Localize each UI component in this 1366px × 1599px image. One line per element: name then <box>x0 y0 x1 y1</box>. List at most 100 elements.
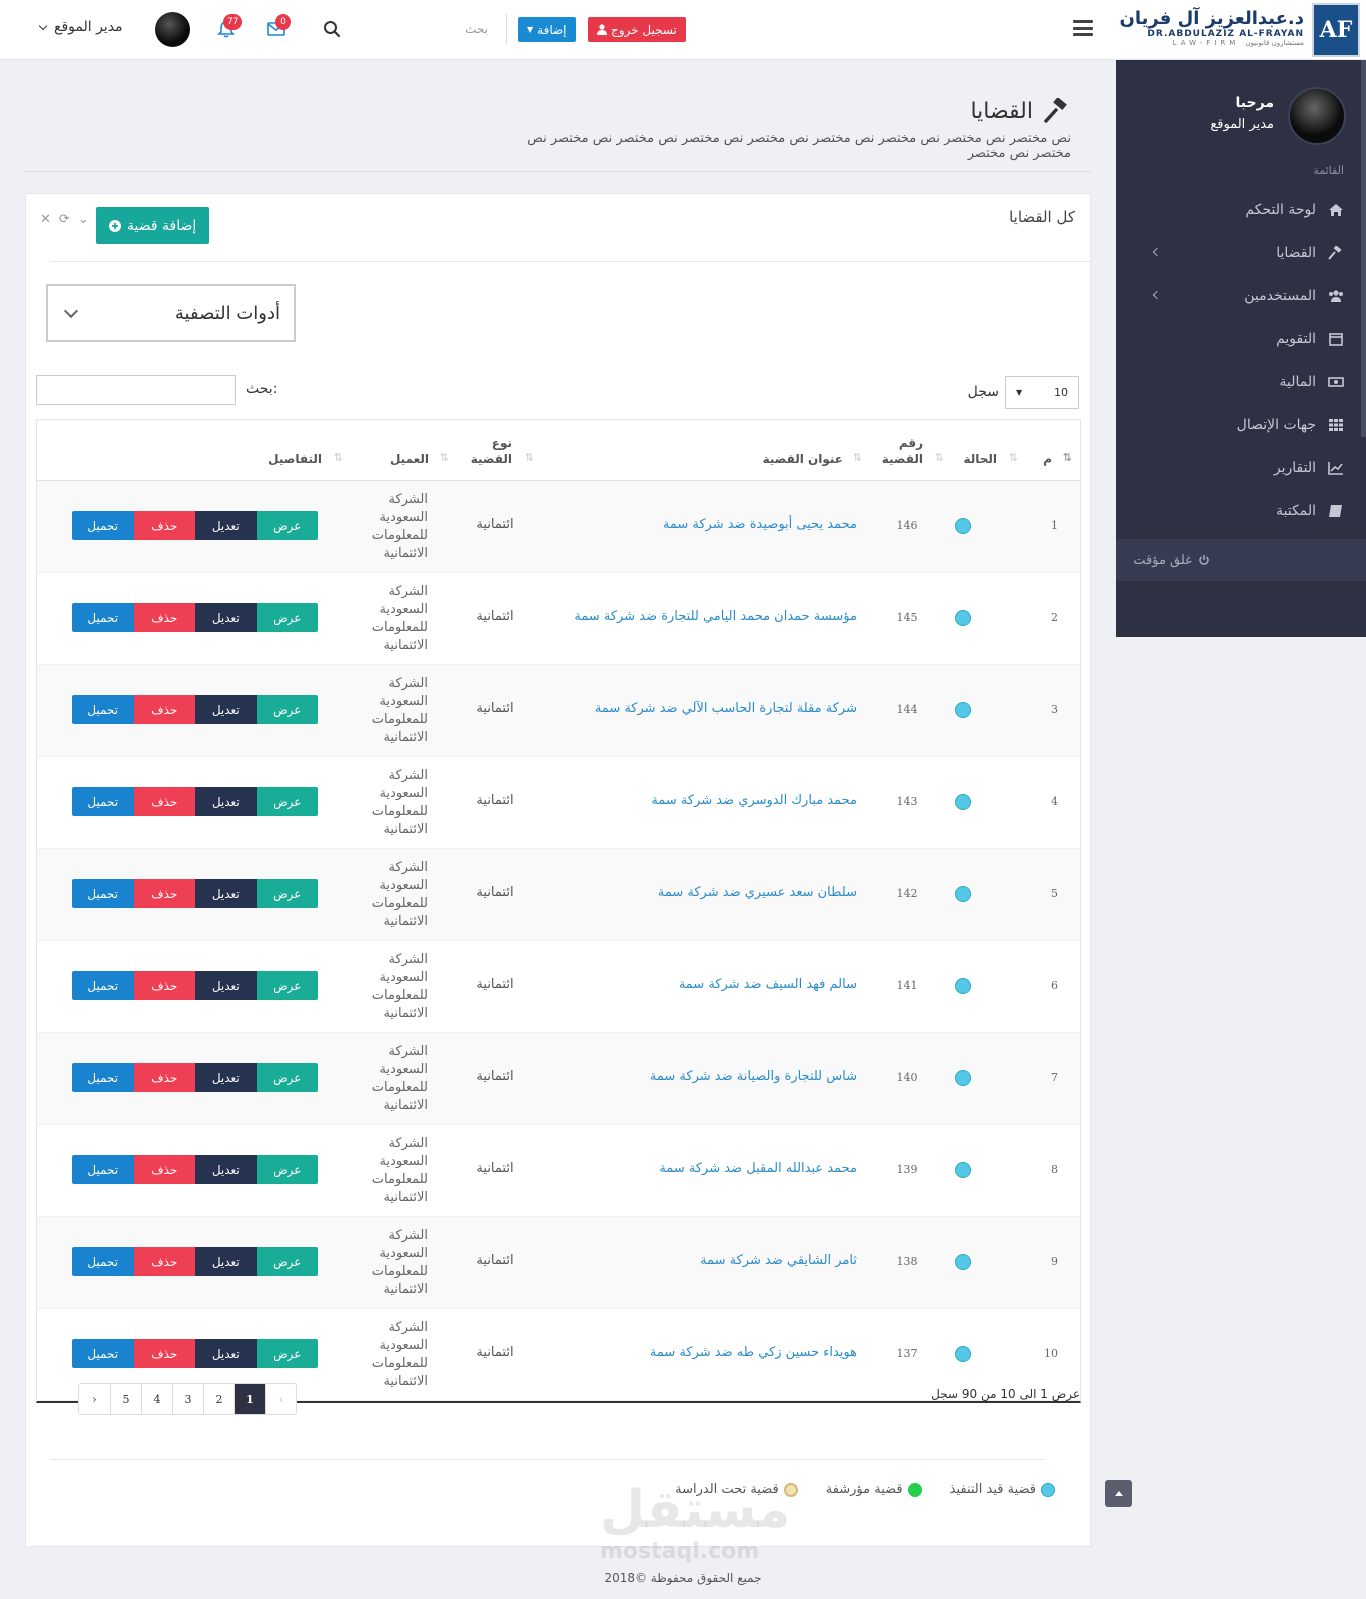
delete-button[interactable]: حذف <box>133 787 195 816</box>
view-button[interactable]: عرض <box>256 1155 318 1184</box>
menu-toggle-icon[interactable] <box>1073 18 1093 38</box>
col-header-idx[interactable]: م <box>1043 451 1052 467</box>
delete-button[interactable]: حذف <box>133 1247 195 1276</box>
page-button[interactable]: 4 <box>141 1384 172 1414</box>
delete-button[interactable]: حذف <box>133 695 195 724</box>
add-case-button[interactable]: إضافة قضية <box>96 207 210 244</box>
page-button-active[interactable]: 1 <box>234 1384 265 1414</box>
edit-button[interactable]: تعديل <box>195 971 257 1000</box>
view-button[interactable]: عرض <box>256 879 318 908</box>
load-button[interactable]: تحميل <box>72 1063 134 1092</box>
case-title-link[interactable]: محمد عبدالله المقبل ضد شركة سمة <box>659 1161 857 1176</box>
table-search-input[interactable] <box>36 375 236 405</box>
delete-button[interactable]: حذف <box>133 603 195 632</box>
top-search-input[interactable]: بحث <box>420 22 488 36</box>
close-icon[interactable]: ✕ <box>40 212 51 227</box>
prev-page-button[interactable]: ‹ <box>265 1384 296 1414</box>
edit-button[interactable]: تعديل <box>195 787 257 816</box>
case-title-link[interactable]: محمد مبارك الدوسري ضد شركة سمة <box>651 793 857 808</box>
page-button[interactable]: 3 <box>172 1384 203 1414</box>
search-icon[interactable] <box>323 20 341 38</box>
edit-button[interactable]: تعديل <box>195 879 257 908</box>
case-title-link[interactable]: سلطان سعد عسيري ضد شركة سمة <box>658 885 857 900</box>
view-button[interactable]: عرض <box>256 695 318 724</box>
load-button[interactable]: تحميل <box>72 1155 134 1184</box>
sidebar-item-contacts[interactable]: جهات الإتصال <box>1116 403 1366 446</box>
collapse-icon[interactable]: ⌄ <box>78 212 89 227</box>
scroll-top-button[interactable] <box>1105 1480 1132 1507</box>
case-title-link[interactable]: محمد يحيى أبوصيدة ضد شركة سمة <box>663 517 857 532</box>
delete-button[interactable]: حذف <box>133 1339 195 1368</box>
case-title-link[interactable]: مؤسسة حمدان محمد اليامي للتجارة ضد شركة … <box>574 609 857 624</box>
sidebar-item-dashboard[interactable]: لوحة التحكم <box>1116 188 1366 231</box>
load-button[interactable]: تحميل <box>72 603 134 632</box>
col-header-details[interactable]: التفاصيل <box>268 451 322 467</box>
sort-icon[interactable]: ⇅ <box>935 451 944 464</box>
sort-icon[interactable]: ⇅ <box>334 451 343 464</box>
logo-icon[interactable]: AF <box>1312 3 1360 57</box>
load-button[interactable]: تحميل <box>72 1339 134 1368</box>
next-page-button[interactable]: › <box>79 1384 110 1414</box>
col-header-client[interactable]: العميل <box>390 451 429 467</box>
edit-button[interactable]: تعديل <box>195 695 257 724</box>
add-dropdown-button[interactable]: ▼ إضافة <box>518 17 576 42</box>
sidebar-item-cases[interactable]: القضايا <box>1116 231 1366 274</box>
logo-text[interactable]: د.عبدالعزيز آل فريان DR.ABDULAZIZ AL-FRA… <box>1119 9 1304 48</box>
load-button[interactable]: تحميل <box>72 787 134 816</box>
edit-button[interactable]: تعديل <box>195 1339 257 1368</box>
logout-button[interactable]: تسجيل خروج <box>588 17 686 42</box>
page-button[interactable]: 2 <box>203 1384 234 1414</box>
view-button[interactable]: عرض <box>256 1247 318 1276</box>
user-menu[interactable]: مدير الموقع <box>38 19 123 35</box>
view-button[interactable]: عرض <box>256 511 318 540</box>
case-title-link[interactable]: ثامر الشايقي ضد شركة سمة <box>700 1253 857 1268</box>
sidebar-item-reports[interactable]: التقارير <box>1116 446 1366 489</box>
load-button[interactable]: تحميل <box>72 695 134 724</box>
case-title-link[interactable]: شاس للتجارة والصيانة ضد شركة سمة <box>650 1069 857 1084</box>
delete-button[interactable]: حذف <box>133 1063 195 1092</box>
view-button[interactable]: عرض <box>256 1063 318 1092</box>
sort-icon[interactable]: ⇅ <box>525 451 534 464</box>
sort-icon[interactable]: ⇅ <box>1009 451 1018 464</box>
view-button[interactable]: عرض <box>256 603 318 632</box>
sort-icon[interactable]: ⇅ <box>440 451 449 464</box>
edit-button[interactable]: تعديل <box>195 1155 257 1184</box>
chevron-down-icon <box>38 21 48 30</box>
status-dot-icon <box>955 1070 971 1086</box>
edit-button[interactable]: تعديل <box>195 511 257 540</box>
delete-button[interactable]: حذف <box>133 1155 195 1184</box>
view-button[interactable]: عرض <box>256 971 318 1000</box>
sidebar-item-library[interactable]: المكتبة <box>1116 489 1366 532</box>
edit-button[interactable]: تعديل <box>195 1063 257 1092</box>
sidebar-item-users[interactable]: المستخدمين <box>1116 274 1366 317</box>
cell-client: الشركة السعودية للمعلومات الائتمانية <box>371 584 428 653</box>
col-header-number[interactable]: رقم القضية <box>881 435 923 467</box>
load-button[interactable]: تحميل <box>72 971 134 1000</box>
case-title-link[interactable]: سالم فهد السيف ضد شركة سمة <box>679 977 857 992</box>
refresh-icon[interactable]: ⟳ <box>59 212 70 227</box>
avatar[interactable] <box>155 12 190 47</box>
load-button[interactable]: تحميل <box>72 511 134 540</box>
delete-button[interactable]: حذف <box>133 971 195 1000</box>
load-button[interactable]: تحميل <box>72 1247 134 1276</box>
case-title-link[interactable]: شركة مقلة لتجارة الحاسب الآلي ضد شركة سم… <box>595 701 857 716</box>
page-length-select[interactable]: ▼ 10 <box>1005 376 1079 409</box>
load-button[interactable]: تحميل <box>72 879 134 908</box>
edit-button[interactable]: تعديل <box>195 1247 257 1276</box>
sort-icon[interactable]: ⇅ <box>853 451 862 464</box>
col-header-status[interactable]: الحالة <box>963 451 997 467</box>
col-header-title[interactable]: عنوان القضية <box>763 451 843 467</box>
col-header-type[interactable]: نوع القضية <box>470 435 512 467</box>
view-button[interactable]: عرض <box>256 1339 318 1368</box>
sidebar-item-finance[interactable]: المالية <box>1116 360 1366 403</box>
edit-button[interactable]: تعديل <box>195 603 257 632</box>
view-button[interactable]: عرض <box>256 787 318 816</box>
case-title-link[interactable]: هويداء حسين زكي طه ضد شركة سمة <box>650 1345 857 1360</box>
page-button[interactable]: 5 <box>110 1384 141 1414</box>
sidebar-item-calendar[interactable]: التقويم <box>1116 317 1366 360</box>
delete-button[interactable]: حذف <box>133 511 195 540</box>
lock-screen-button[interactable]: غلق مؤقت <box>1116 539 1366 581</box>
sort-asc-icon[interactable]: ⇅ <box>1063 451 1072 464</box>
delete-button[interactable]: حذف <box>133 879 195 908</box>
filter-tools-toggle[interactable]: أدوات التصفية <box>46 284 296 342</box>
